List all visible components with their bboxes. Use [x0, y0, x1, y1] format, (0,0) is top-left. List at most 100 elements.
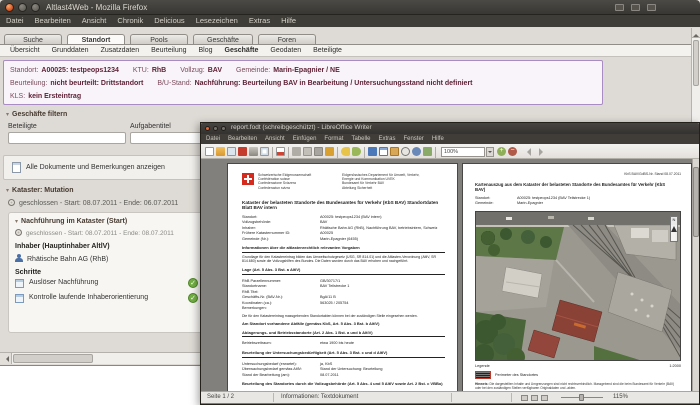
menu-item[interactable]: Ansicht	[82, 15, 107, 27]
maximize-button[interactable]	[221, 126, 226, 131]
menu-item[interactable]: Datei	[6, 15, 24, 27]
menu-item[interactable]: Chronik	[117, 15, 143, 27]
subnav-beurteilung[interactable]: Beurteilung	[151, 45, 186, 57]
spell-icon[interactable]	[276, 147, 285, 156]
paste-icon[interactable]	[314, 147, 323, 156]
menu-item[interactable]: Ansicht	[265, 134, 285, 144]
copy-icon[interactable]	[303, 147, 312, 156]
back-arrow-icon[interactable]	[523, 148, 531, 156]
print-icon[interactable]	[249, 147, 258, 156]
zoom-slider-knob[interactable]	[579, 394, 584, 401]
firefox-titlebar[interactable]: Altlast4Web - Mozilla Firefox	[0, 0, 700, 15]
step-item[interactable]: Auslöser Nachführung ✓	[15, 278, 198, 291]
subnav-zusatzdaten[interactable]: Zusatzdaten	[101, 45, 140, 57]
scrollbar-thumb[interactable]	[693, 40, 699, 86]
inhaber-label: Inhaber (Hauptinhaber AltlV)	[15, 243, 110, 250]
collapse-triangle-icon: ▾	[6, 112, 10, 118]
zoom-out-icon[interactable]: −	[508, 147, 517, 156]
subnav-beteiligte[interactable]: Beteiligte	[313, 45, 342, 57]
nav-icon[interactable]	[412, 147, 421, 156]
label-value-pair: Gemeinde: Marin-Epagnier / NE	[236, 67, 340, 74]
label-value-pair: Beurteilung: nicht beurteilt: Drittstando…	[10, 80, 144, 87]
table-icon[interactable]	[379, 147, 388, 156]
label-value-pair: Standort: A00025: testpeops1234	[10, 67, 119, 74]
draw-icon[interactable]	[390, 147, 399, 156]
toolbar-separator	[272, 147, 273, 158]
combo-dropdown-icon[interactable]	[486, 147, 494, 157]
beteiligte-input[interactable]	[8, 132, 126, 144]
scroll-up-icon[interactable]	[692, 28, 700, 38]
zoom-level: 115%	[613, 394, 628, 400]
section-heading: Beurteilung der Untersuchungsbedürftigke…	[242, 350, 445, 358]
open-icon[interactable]	[216, 147, 225, 156]
redo-icon[interactable]	[352, 147, 361, 156]
kataster-status: geschlossen - Start: 08.07.2011 - Ende: …	[8, 199, 178, 207]
menu-item[interactable]: Extras	[249, 15, 270, 27]
north-arrow-icon: N	[670, 215, 678, 242]
filter-section-header[interactable]: ▾ Geschäfte filtern	[6, 111, 67, 118]
link-icon[interactable]	[368, 147, 377, 156]
document-icon	[12, 162, 21, 173]
menu-item[interactable]: Hilfe	[281, 15, 296, 27]
email-icon[interactable]	[227, 147, 236, 156]
cut-icon[interactable]	[292, 147, 301, 156]
section-heading: Lage (Art. 5 Abs. 3 Bst. a AltlV)	[242, 267, 445, 275]
view-layout-icon[interactable]	[531, 395, 538, 401]
document-field-row: Betriebszeitraum: etwa 1900 bis heute	[242, 341, 354, 346]
subnav-grunddaten[interactable]: Grunddaten	[52, 45, 89, 57]
nachfuehrung-header[interactable]: ▾ Nachführung im Kataster (Start)	[15, 218, 198, 225]
writer-vertical-scrollbar[interactable]	[692, 159, 699, 402]
person-icon	[15, 254, 23, 262]
section-heading: Beurteilung des Standortes durch die Vol…	[242, 381, 443, 387]
subnav-geodaten[interactable]: Geodaten	[270, 45, 301, 57]
preview-icon[interactable]	[260, 147, 269, 156]
scrollbar-thumb[interactable]	[13, 354, 93, 363]
subnav-blog[interactable]: Blog	[199, 45, 213, 57]
paint-icon[interactable]	[325, 147, 334, 156]
menu-item[interactable]: Tabelle	[351, 134, 370, 144]
minimize-button[interactable]	[213, 126, 218, 131]
kataster-section-header[interactable]: ▾ Kataster: Mutation	[6, 187, 73, 194]
scroll-left-icon[interactable]	[0, 353, 12, 364]
view-layout-icon[interactable]	[521, 395, 528, 401]
subnav-übersicht[interactable]: Übersicht	[10, 45, 40, 57]
menu-item[interactable]: Delicious	[154, 15, 184, 27]
close-button[interactable]	[205, 126, 210, 131]
titlebar-icon[interactable]	[631, 4, 640, 11]
writer-titlebar[interactable]: report.fodt (schreibgeschützt) - LibreOf…	[201, 123, 699, 134]
undo-icon[interactable]	[341, 147, 350, 156]
close-button[interactable]	[5, 3, 14, 12]
step-item[interactable]: Kontrolle laufende Inhaberorientierung ✓	[15, 293, 198, 306]
menu-item[interactable]: Hilfe	[432, 134, 444, 144]
view-layout-icon[interactable]	[541, 395, 548, 401]
minimize-button[interactable]	[18, 3, 27, 12]
menu-item[interactable]: Einfügen	[293, 134, 317, 144]
menu-item[interactable]: Datei	[206, 134, 220, 144]
menu-item[interactable]: Format	[324, 134, 343, 144]
titlebar-icon[interactable]	[647, 4, 656, 11]
zoom-combo[interactable]: 100%	[441, 147, 485, 157]
zoom-in-icon[interactable]: +	[497, 147, 506, 156]
toolbar-separator	[288, 147, 289, 158]
menu-item[interactable]: Fenster	[403, 134, 423, 144]
menu-item[interactable]: Bearbeiten	[35, 15, 71, 27]
forward-arrow-icon[interactable]	[539, 148, 547, 156]
step-label: Kontrolle laufende Inhaberorientierung	[29, 294, 149, 301]
find-icon[interactable]	[401, 147, 410, 156]
page-indicator: Seite 1 / 2	[207, 394, 235, 400]
all-documents-link[interactable]: Alle Dokumente und Bemerkungen anzeigen	[26, 164, 165, 171]
pdf-icon[interactable]	[238, 147, 247, 156]
menu-item[interactable]: Lesezeichen	[196, 15, 238, 27]
nachfuehrung-status: geschlossen - Start: 08.07.2011 - Ende: …	[15, 229, 198, 237]
menu-item[interactable]: Extras	[378, 134, 395, 144]
subnav-geschäfte[interactable]: Geschäfte	[225, 45, 259, 57]
inhaber-row[interactable]: Rhätische Bahn AG (RhB)	[15, 254, 198, 263]
scrollbar-thumb[interactable]	[693, 167, 699, 237]
screen: Altlast4Web - Mozilla Firefox Datei Bearb…	[0, 0, 700, 405]
maximize-button[interactable]	[31, 3, 40, 12]
menu-item[interactable]: Bearbeiten	[228, 134, 257, 144]
titlebar-icon[interactable]	[615, 4, 624, 11]
gallery-icon[interactable]	[423, 147, 432, 156]
step-label: Auslöser Nachführung	[29, 279, 99, 286]
new-icon[interactable]	[205, 147, 214, 156]
